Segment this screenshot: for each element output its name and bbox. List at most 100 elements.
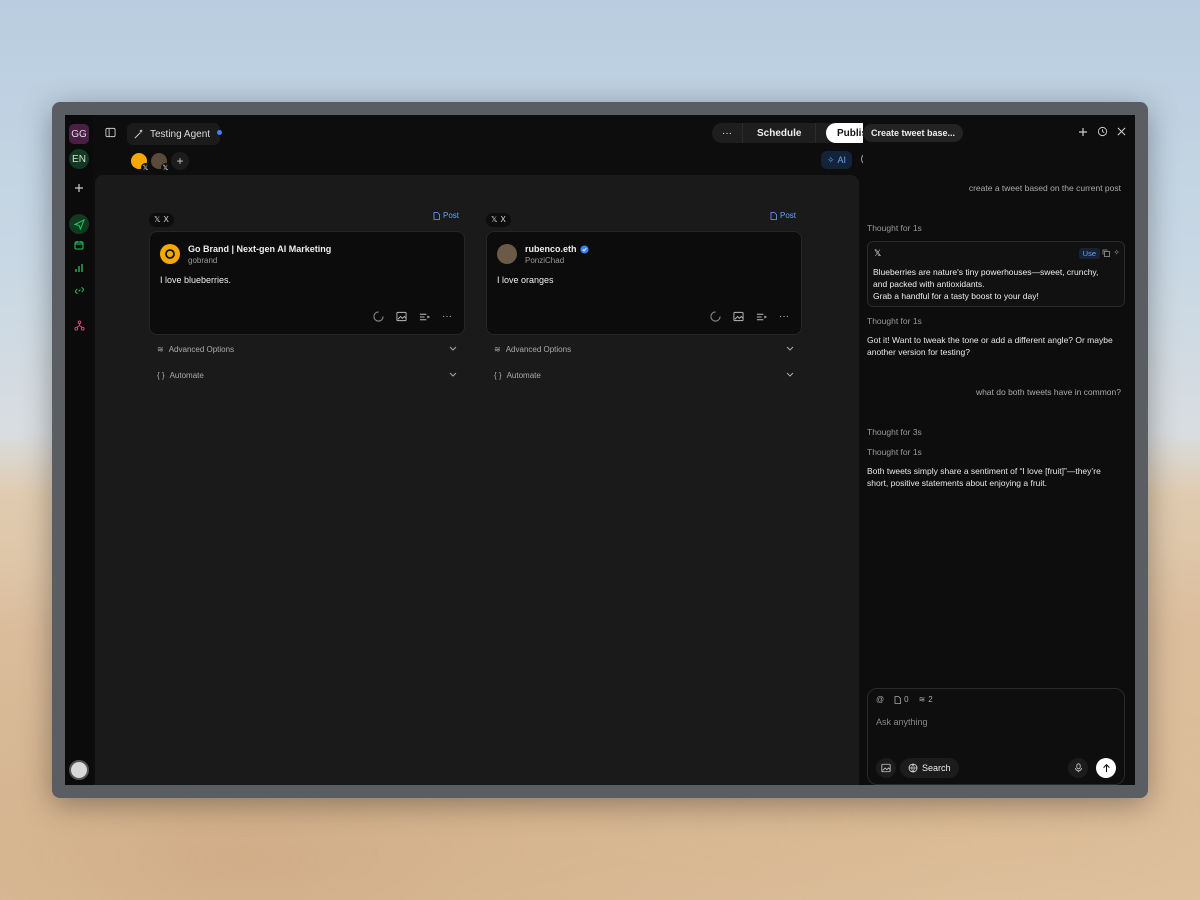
x-logo-icon: 𝕏	[154, 215, 161, 224]
layers-icon: ≋	[157, 344, 164, 354]
chevron-down-icon	[786, 370, 794, 378]
verified-badge-icon	[579, 244, 589, 254]
copy-icon[interactable]	[1102, 249, 1110, 257]
chevron-down-icon	[449, 370, 457, 378]
tweet-text[interactable]: I love oranges	[497, 275, 554, 285]
tab-testing-agent[interactable]: Testing Agent	[127, 123, 221, 145]
sidebar-toggle-icon[interactable]	[105, 127, 116, 138]
advanced-options-toggle[interactable]: ≋ Advanced Options	[486, 337, 802, 361]
thought-indicator[interactable]: Thought for 1s	[867, 315, 922, 327]
user-message: what do both tweets have in common?	[975, 387, 1121, 397]
display-name: Go Brand | Next-gen AI Marketing	[188, 244, 332, 254]
more-options-button[interactable]: ···	[712, 123, 742, 143]
schedule-button[interactable]: Schedule	[742, 123, 817, 143]
post-column-2: 𝕏 X Post rubenco.eth PonziChad I love or…	[486, 209, 802, 387]
image-icon[interactable]	[733, 311, 744, 322]
assistant-message: Both tweets simply share a sentiment of …	[867, 466, 1101, 488]
workspace-en[interactable]: EN	[69, 149, 89, 169]
document-icon	[770, 211, 777, 220]
more-icon[interactable]: ···	[442, 311, 452, 322]
loading-spinner-icon	[710, 311, 721, 322]
network-badge[interactable]: 𝕏 X	[149, 212, 174, 227]
sparkle-icon: ✧	[827, 154, 835, 165]
gobrand-account-avatar[interactable]: 𝕏	[131, 153, 150, 172]
plus-icon[interactable]	[72, 181, 86, 195]
post-type-link[interactable]: Post	[770, 211, 796, 220]
mention-icon[interactable]: @	[876, 695, 884, 704]
automate-toggle[interactable]: { } Automate	[149, 363, 465, 387]
post-type-link[interactable]: Post	[433, 211, 459, 220]
attached-layers[interactable]: ≋ 2	[919, 695, 933, 704]
tweet-card[interactable]: rubenco.eth PonziChad I love oranges ···	[486, 231, 802, 335]
workspace-gg[interactable]: GG	[69, 124, 89, 144]
tweet-suggestion-card: 𝕏 Use ✧ Blueberries are nature's tiny po…	[867, 241, 1125, 307]
braces-icon: { }	[157, 370, 165, 380]
editor-canvas: 𝕏 X Post Go Brand | Next-gen AI Marketin…	[95, 175, 859, 785]
unsaved-dot	[217, 130, 222, 135]
loading-spinner-icon	[373, 311, 384, 322]
app-window: GG EN Testing Agent ··· Schedule Publish…	[65, 115, 1135, 785]
account-selector: 𝕏 𝕏 +	[131, 151, 189, 172]
chat-composer: @ 0 ≋ 2 Search	[867, 688, 1125, 785]
assistant-message: Got it! Want to tweak the tone or add a …	[867, 335, 1113, 357]
microphone-icon	[1074, 763, 1082, 773]
gobrand-avatar	[160, 244, 180, 264]
close-icon[interactable]	[1117, 127, 1126, 136]
tweet-card[interactable]: Go Brand | Next-gen AI Marketing gobrand…	[149, 231, 465, 335]
thought-indicator[interactable]: Thought for 1s	[867, 222, 922, 234]
x-logo-icon: 𝕏	[161, 163, 170, 172]
chevron-down-icon	[786, 344, 794, 352]
image-upload-button[interactable]	[876, 758, 896, 778]
image-icon[interactable]	[396, 311, 407, 322]
thread-icon[interactable]	[419, 312, 430, 322]
tweet-text[interactable]: I love blueberries.	[160, 275, 231, 285]
more-icon[interactable]: ···	[779, 311, 789, 322]
search-toggle-button[interactable]: Search	[900, 758, 959, 778]
network-icon[interactable]	[72, 318, 86, 332]
chart-icon[interactable]	[72, 261, 86, 275]
tab-label: Testing Agent	[150, 128, 211, 140]
ai-chat-panel: Create tweet base... create a tweet base…	[863, 115, 1135, 785]
handle: PonziChad	[525, 256, 565, 265]
x-logo-icon: 𝕏	[141, 163, 150, 172]
globe-icon	[908, 763, 918, 773]
sparkle-icon[interactable]: ✧	[1113, 248, 1120, 257]
suggested-tweet-text: Blueberries are nature's tiny powerhouse…	[873, 267, 1099, 301]
history-icon[interactable]	[1097, 126, 1108, 137]
ai-toggle-button[interactable]: ✧ AI	[821, 151, 853, 169]
layers-icon: ≋	[494, 344, 501, 354]
use-button[interactable]: Use	[1078, 248, 1100, 259]
document-icon	[433, 211, 440, 220]
arrow-up-icon	[1102, 763, 1110, 773]
chat-title[interactable]: Create tweet base...	[863, 124, 964, 142]
network-badge[interactable]: 𝕏 X	[486, 212, 511, 227]
chevron-down-icon	[449, 344, 457, 352]
calendar-icon[interactable]	[72, 238, 86, 252]
add-account-button[interactable]: +	[171, 152, 189, 170]
advanced-options-toggle[interactable]: ≋ Advanced Options	[149, 337, 465, 361]
automate-toggle[interactable]: { } Automate	[486, 363, 802, 387]
profile-avatar[interactable]	[69, 760, 89, 780]
handle: gobrand	[188, 256, 218, 265]
x-logo-icon: 𝕏	[874, 248, 882, 258]
microphone-button[interactable]	[1068, 758, 1088, 778]
rubenco-avatar	[497, 244, 517, 264]
post-column-1: 𝕏 X Post Go Brand | Next-gen AI Marketin…	[149, 209, 465, 387]
left-rail: GG EN	[65, 115, 93, 785]
top-bar: Testing Agent ··· Schedule Publish 𝕏 𝕏 +…	[93, 115, 885, 172]
new-chat-icon[interactable]	[1078, 127, 1088, 137]
thread-icon[interactable]	[756, 312, 767, 322]
chat-input[interactable]	[876, 717, 1076, 727]
thought-indicator[interactable]: Thought for 1s	[867, 446, 922, 458]
attached-docs[interactable]: 0	[894, 695, 909, 704]
send-button[interactable]	[1096, 758, 1116, 778]
rubenco-account-avatar[interactable]: 𝕏	[151, 153, 170, 172]
context-meta: @ 0 ≋ 2	[876, 695, 933, 704]
send-icon[interactable]	[69, 214, 89, 234]
document-icon	[894, 695, 902, 704]
thought-indicator[interactable]: Thought for 3s	[867, 426, 922, 438]
x-logo-icon: 𝕏	[491, 215, 498, 224]
link-icon[interactable]	[72, 283, 86, 297]
braces-icon: { }	[494, 370, 502, 380]
user-message: create a tweet based on the current post	[968, 183, 1121, 193]
